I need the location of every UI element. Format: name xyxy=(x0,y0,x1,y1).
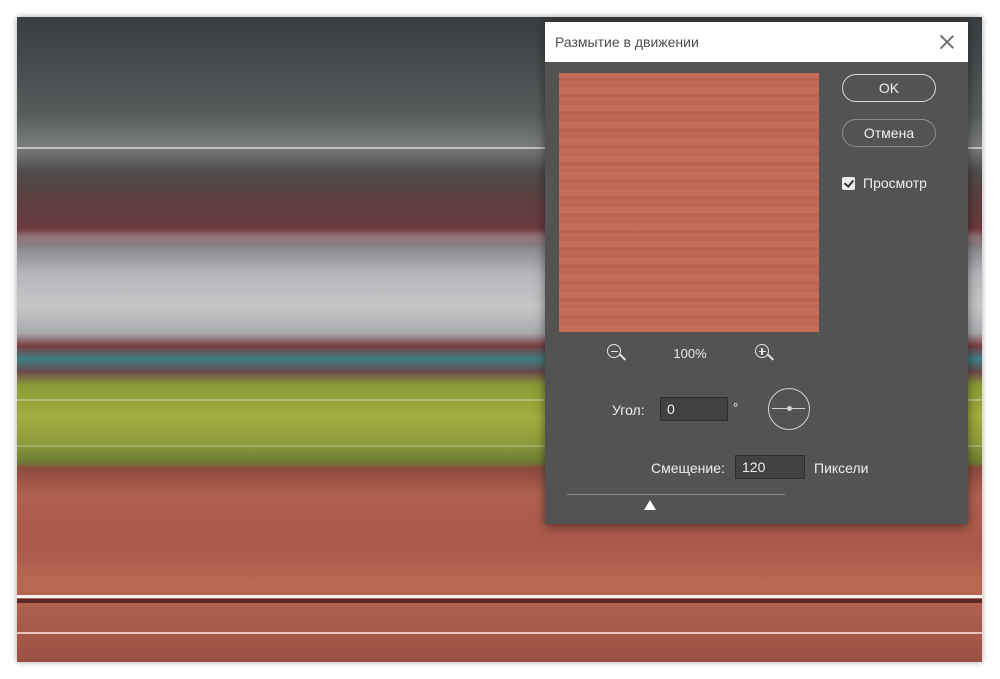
distance-unit: Пиксели xyxy=(814,460,869,476)
angle-unit: ° xyxy=(733,400,739,415)
zoom-out-icon[interactable] xyxy=(605,342,627,364)
preview-checkbox-label: Просмотр xyxy=(863,175,927,191)
zoom-in-icon[interactable] xyxy=(753,342,775,364)
close-icon[interactable] xyxy=(938,33,956,51)
track-lane-line xyxy=(17,595,982,598)
zoom-level: 100% xyxy=(673,345,707,361)
preview-toggle[interactable]: Просмотр xyxy=(842,175,927,191)
distance-label: Смещение: xyxy=(651,460,725,476)
cancel-button[interactable]: Отмена xyxy=(842,119,936,147)
dialog-titlebar[interactable]: Размытие в движении xyxy=(545,22,968,62)
angle-dial-icon[interactable] xyxy=(768,388,810,430)
angle-label: Угол: xyxy=(612,402,645,418)
preview-checkbox[interactable] xyxy=(842,176,855,190)
ok-button[interactable]: OK xyxy=(842,74,936,102)
distance-slider-track[interactable] xyxy=(567,494,785,495)
filter-preview[interactable] xyxy=(559,73,819,332)
angle-input[interactable]: 0 xyxy=(660,397,728,421)
track-lane-line xyxy=(17,632,982,634)
distance-slider-thumb[interactable] xyxy=(644,500,656,510)
distance-input[interactable]: 120 xyxy=(735,455,805,479)
zoom-controls: 100% xyxy=(605,341,775,365)
dialog-title: Размытие в движении xyxy=(555,34,699,50)
motion-blur-dialog: Размытие в движении 100% OK Отмена Просм… xyxy=(545,22,968,524)
track-lane-edge xyxy=(17,599,982,603)
